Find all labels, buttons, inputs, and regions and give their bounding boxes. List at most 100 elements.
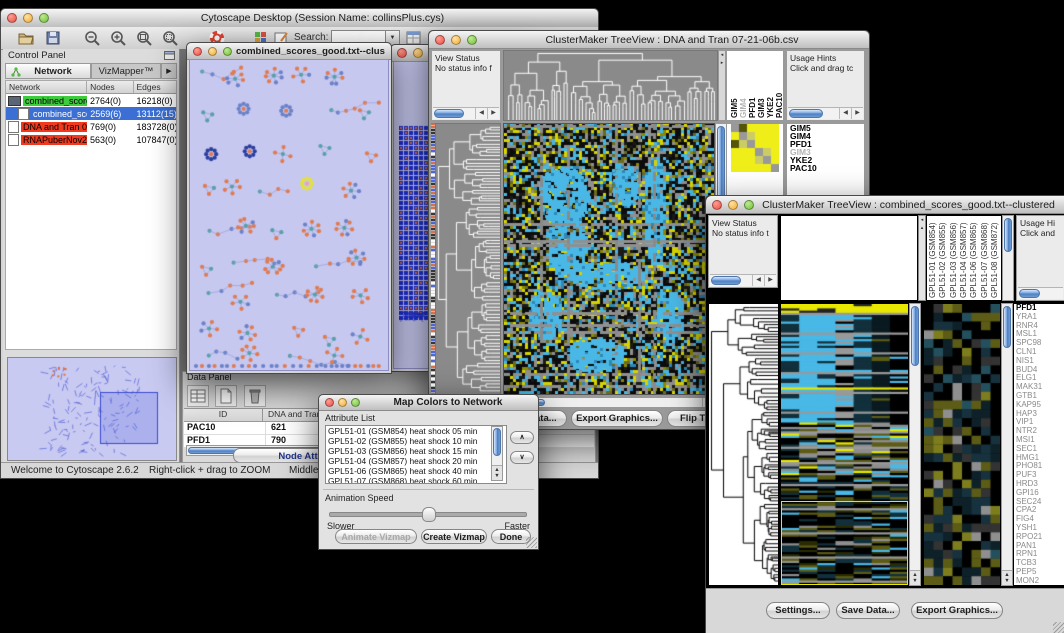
network-window-a: combined_scores_good.txt--cluste...: [186, 42, 392, 374]
close-button[interactable]: [193, 47, 202, 56]
minimize-button[interactable]: [338, 398, 347, 407]
tv2-export-graphics-button[interactable]: Export Graphics...: [911, 602, 1003, 619]
network-canvas[interactable]: [190, 60, 388, 370]
treeview2-window: ClusterMaker TreeView : combined_scores_…: [705, 195, 1064, 633]
close-button[interactable]: [7, 13, 17, 23]
tv2-column-label: GPL51-02 (GSM855): [938, 218, 948, 298]
attribute-list-item[interactable]: GPL51-04 (GSM857) heat shock 20 min: [326, 456, 506, 466]
treeview1-titlebar[interactable]: ClusterMaker TreeView : DNA and Tran 07-…: [429, 31, 869, 49]
status-welcome: Welcome to Cytoscape 2.6.2: [11, 465, 139, 476]
new-page-icon[interactable]: [215, 385, 237, 407]
gene-label[interactable]: MON2: [1014, 577, 1064, 586]
tv1-row-dendrogram[interactable]: [435, 123, 501, 395]
zoom-in-icon[interactable]: [109, 29, 127, 47]
network-tree-row[interactable]: combined_scores2764(0)16218(0): [6, 94, 176, 107]
save-icon[interactable]: [44, 29, 62, 47]
animation-speed-slider[interactable]: [329, 512, 527, 517]
float-panel-icon[interactable]: [164, 51, 175, 60]
zoom-button[interactable]: [744, 200, 754, 210]
zoom-selected-icon[interactable]: [161, 29, 179, 47]
tv2-view-status-title: View Status: [712, 218, 757, 228]
open-file-icon[interactable]: [17, 29, 35, 47]
minimize-button[interactable]: [451, 35, 461, 45]
tv2-zoom-heatmap[interactable]: [923, 303, 1001, 586]
tv1-export-graphics-button[interactable]: Export Graphics...: [571, 410, 663, 427]
move-down-button[interactable]: ∨: [510, 451, 534, 464]
done-button[interactable]: Done: [491, 529, 531, 544]
attribute-list-item[interactable]: GPL51-06 (GSM865) heat shock 40 min: [326, 466, 506, 476]
animate-vizmap-button[interactable]: Animate Vizmap: [335, 529, 417, 544]
tv2-global-scrollbar[interactable]: ▲▼: [909, 303, 921, 586]
network-overview-canvas[interactable]: [8, 358, 174, 458]
tv2-save-data-button[interactable]: Save Data...: [836, 602, 900, 619]
zoom-button[interactable]: [467, 35, 477, 45]
minimize-button[interactable]: [728, 200, 738, 210]
tv1-status-scrollbar[interactable]: ◀▶: [433, 107, 499, 119]
tv1-global-heatmap[interactable]: [503, 123, 715, 395]
tv1-splitter-arrows[interactable]: ◂▸: [718, 50, 726, 121]
zoom-out-icon[interactable]: [83, 29, 101, 47]
tv2-view-status-body: No status info t: [712, 228, 769, 238]
resize-grip[interactable]: [526, 537, 537, 548]
network-window-a-title: combined_scores_good.txt--cluste...: [236, 46, 385, 57]
tab-vizmapper[interactable]: VizMapper™: [91, 63, 161, 79]
network-tree-rows: combined_scores2764(0)16218(0)combined_s…: [6, 94, 176, 146]
table-icon[interactable]: [187, 385, 209, 407]
tv2-column-tree-area[interactable]: [780, 215, 918, 301]
desktop: Cytoscape Desktop (Session Name: collins…: [0, 0, 1064, 633]
attribute-list-item[interactable]: GPL51-02 (GSM855) heat shock 10 min: [326, 436, 506, 446]
attribute-list-item[interactable]: GPL51-07 (GSM868) heat shock 60 min: [326, 476, 506, 484]
tv1-zoom-heatmap[interactable]: [731, 124, 779, 172]
minimize-button[interactable]: [23, 13, 33, 23]
resize-grip[interactable]: [1053, 622, 1064, 633]
network-tree-row[interactable]: combined_sco2569(6)13112(15): [6, 107, 176, 120]
network-window-a-titlebar[interactable]: combined_scores_good.txt--cluste...: [187, 43, 391, 60]
tv2-global-heatmap[interactable]: [780, 303, 909, 586]
close-button[interactable]: [325, 398, 334, 407]
attribute-list[interactable]: GPL51-01 (GSM854) heat shock 05 minGPL51…: [325, 425, 507, 484]
treeview2-titlebar[interactable]: ClusterMaker TreeView : combined_scores_…: [706, 196, 1064, 214]
main-titlebar[interactable]: Cytoscape Desktop (Session Name: collins…: [1, 9, 598, 28]
tab-network[interactable]: Network: [5, 63, 91, 79]
attribute-list-item[interactable]: GPL51-01 (GSM854) heat shock 05 min: [326, 426, 506, 436]
dialog-titlebar[interactable]: Map Colors to Network: [319, 395, 538, 411]
zoom-button[interactable]: [39, 13, 49, 23]
dense-network-grid[interactable]: [399, 124, 429, 322]
tabs-overflow-arrow[interactable]: ▶: [161, 63, 177, 79]
control-panel-tabs: Network VizMapper™ ▶: [5, 63, 177, 79]
tv2-status-scrollbar[interactable]: ◀▶: [710, 274, 776, 286]
network-tree-row[interactable]: RNAPuberNov2+563(0)107847(0): [6, 133, 176, 146]
tv2-splitter-arrows[interactable]: ◂▴: [918, 215, 926, 301]
tv2-settings-button[interactable]: Settings...: [766, 602, 830, 619]
slider-thumb[interactable]: [422, 507, 436, 522]
zoom-fit-icon[interactable]: [135, 29, 153, 47]
tv1-column-labels: GIM5GIM4PFD1GIM3YKE2PAC10: [726, 50, 784, 121]
attribute-list-item[interactable]: GPL51-03 (GSM856) heat shock 15 min: [326, 446, 506, 456]
create-vizmap-button[interactable]: Create Vizmap: [421, 529, 487, 544]
trash-icon[interactable]: [244, 385, 266, 407]
minimize-button[interactable]: [413, 48, 423, 58]
tv2-column-labels: GPL51-01 (GSM854)GPL51-02 (GSM855)GPL51-…: [926, 215, 1002, 301]
attribute-list-scrollbar[interactable]: ▲▼: [491, 426, 503, 481]
minimize-button[interactable]: [208, 47, 217, 56]
tv2-row-dendrogram[interactable]: [708, 303, 779, 586]
tv2-hints-scrollbar[interactable]: [1018, 287, 1063, 299]
zoom-button[interactable]: [351, 398, 360, 407]
main-window-title: Cytoscape Desktop (Session Name: collins…: [53, 12, 592, 24]
dialog-title: Map Colors to Network: [364, 397, 532, 408]
tv1-hints-scrollbar[interactable]: ◀▶: [788, 107, 863, 119]
network-tree-row[interactable]: DNA and Tran 07769(0)183728(0): [6, 120, 176, 133]
tv2-column-scrollbar[interactable]: [1002, 215, 1014, 301]
network-view-a[interactable]: [189, 59, 389, 371]
tv2-zoom-scrollbar[interactable]: ▲▼: [1001, 303, 1013, 586]
zoom-button[interactable]: [223, 47, 232, 56]
move-up-button[interactable]: ∧: [510, 431, 534, 444]
close-button[interactable]: [712, 200, 722, 210]
tv1-column-dendrogram[interactable]: [503, 50, 718, 121]
tv2-selection-rectangle: [781, 501, 908, 585]
close-button[interactable]: [435, 35, 445, 45]
tv2-column-label: GPL51-04 (GSM857): [959, 218, 969, 298]
network-overview-panel[interactable]: [7, 357, 177, 461]
network-table-header[interactable]: Network Nodes Edges: [6, 81, 176, 94]
close-button[interactable]: [397, 48, 407, 58]
